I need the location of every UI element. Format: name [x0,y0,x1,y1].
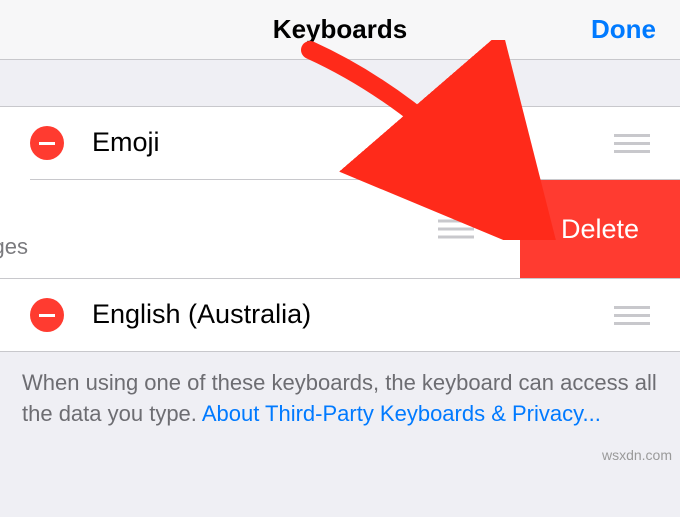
list-item-content: oard tiple languages [0,180,28,278]
list-item-sublabel: tiple languages [0,234,28,260]
drag-handle-icon[interactable] [614,306,650,325]
navbar: Keyboards Done [0,0,680,60]
drag-handle-icon[interactable] [438,220,474,239]
done-button[interactable]: Done [591,14,656,45]
list-item-label: oard [0,199,28,230]
keyboard-list: Emoji oard tiple languages Delete Englis… [0,106,680,352]
watermark: wsxdn.com [602,447,672,463]
minus-icon[interactable] [30,298,64,332]
section-spacer [0,60,680,106]
page-title: Keyboards [273,14,407,45]
list-item-english[interactable]: English (Australia) [0,279,680,351]
list-item-label: English (Australia) [92,298,614,332]
delete-button[interactable]: Delete [520,180,680,278]
privacy-link[interactable]: About Third-Party Keyboards & Privacy... [202,401,601,426]
list-item-gboard[interactable]: oard tiple languages Delete [0,180,680,278]
minus-icon[interactable] [30,126,64,160]
list-item-label: Emoji [92,126,614,160]
footer-note: When using one of these keyboards, the k… [0,352,680,454]
list-item-emoji[interactable]: Emoji [0,107,680,179]
drag-handle-icon[interactable] [614,134,650,153]
